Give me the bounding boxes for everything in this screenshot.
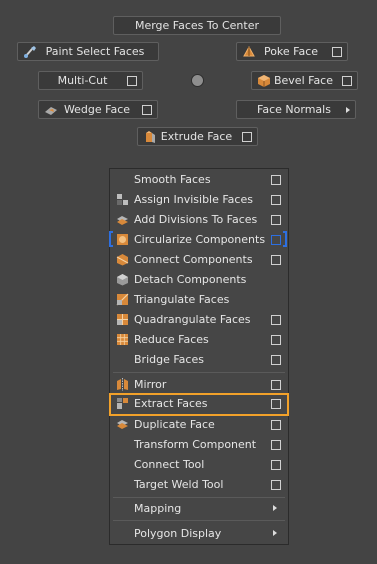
menu-item-label: Mapping	[134, 502, 182, 515]
menu-item-extract-faces[interactable]: Extract Faces	[109, 393, 289, 416]
add-divisions-options-checkbox[interactable]	[271, 215, 281, 225]
quadrangulate-options-checkbox[interactable]	[271, 315, 281, 325]
face-normals-button[interactable]: Face Normals	[236, 100, 356, 119]
menu-item-add-divisions-to-faces[interactable]: Add Divisions To Faces	[110, 210, 288, 230]
menu-item-reduce-faces[interactable]: Reduce Faces	[110, 330, 288, 350]
menu-item-assign-invisible-faces[interactable]: Assign Invisible Faces	[110, 190, 288, 210]
menu-item-triangulate-faces[interactable]: Triangulate Faces	[110, 290, 288, 310]
menu-item-quadrangulate-faces[interactable]: Quadrangulate Faces	[110, 310, 288, 330]
menu-separator	[113, 520, 285, 521]
extrude-face-button[interactable]: Extrude Face	[137, 127, 258, 146]
menu-item-label: Extract Faces	[134, 397, 208, 410]
connect-components-icon	[116, 253, 129, 266]
menu-item-label: Add Divisions To Faces	[134, 213, 258, 226]
duplicate-face-options-checkbox[interactable]	[271, 420, 281, 430]
multi-cut-button[interactable]: Multi-Cut	[38, 71, 143, 90]
assign-invisible-faces-options-checkbox[interactable]	[271, 195, 281, 205]
add-divisions-icon	[116, 213, 129, 226]
menu-item-detach-components[interactable]: Detach Components	[110, 270, 288, 290]
menu-item-label: Target Weld Tool	[134, 478, 224, 491]
bevel-cube-icon	[257, 74, 271, 88]
radial-center-marker	[191, 74, 204, 87]
menu-item-target-weld-tool[interactable]: Target Weld Tool	[110, 475, 288, 495]
circularize-options-checkbox[interactable]	[271, 235, 281, 245]
poke-face-icon	[242, 45, 256, 59]
menu-separator	[113, 497, 285, 498]
menu-item-label: Triangulate Faces	[134, 293, 230, 306]
merge-faces-to-center-label: Merge Faces To Center	[134, 19, 260, 32]
menu-item-smooth-faces[interactable]: Smooth Faces	[110, 170, 288, 190]
menu-item-label: Quadrangulate Faces	[134, 313, 251, 326]
submenu-arrow-icon	[346, 106, 350, 113]
left-bracket-marker	[109, 231, 113, 247]
poke-face-button[interactable]: Poke Face	[236, 42, 348, 61]
menu-item-label: Bridge Faces	[134, 353, 204, 366]
paint-select-faces-button[interactable]: Paint Select Faces	[17, 42, 159, 61]
multi-cut-options-checkbox[interactable]	[127, 75, 137, 86]
submenu-arrow-icon	[273, 505, 277, 511]
menu-item-mapping[interactable]: Mapping	[110, 499, 288, 519]
extrude-face-label: Extrude Face	[160, 130, 233, 143]
mirror-icon	[116, 378, 129, 391]
wedge-face-options-checkbox[interactable]	[142, 104, 152, 115]
reduce-faces-options-checkbox[interactable]	[271, 335, 281, 345]
menu-item-mirror[interactable]: Mirror	[110, 375, 288, 395]
wedge-face-icon	[44, 103, 58, 117]
menu-item-polygon-display[interactable]: Polygon Display	[110, 524, 288, 544]
context-menu: Smooth Faces Assign Invisible Faces Add …	[109, 168, 289, 545]
merge-faces-to-center-button[interactable]: Merge Faces To Center	[113, 16, 281, 35]
transform-component-options-checkbox[interactable]	[271, 440, 281, 450]
paint-brush-icon	[23, 45, 37, 59]
menu-item-connect-components[interactable]: Connect Components	[110, 250, 288, 270]
menu-item-label: Smooth Faces	[134, 173, 211, 186]
menu-item-circularize-components[interactable]: Circularize Components	[109, 230, 288, 250]
mirror-options-checkbox[interactable]	[271, 380, 281, 390]
right-bracket-marker	[283, 231, 287, 247]
wedge-face-button[interactable]: Wedge Face	[38, 100, 158, 119]
triangulate-icon	[116, 293, 129, 306]
circularize-icon	[116, 233, 129, 246]
bevel-face-button[interactable]: Bevel Face	[251, 71, 358, 90]
menu-item-transform-component[interactable]: Transform Component	[110, 435, 288, 455]
extract-faces-options-checkbox[interactable]	[271, 399, 281, 409]
submenu-arrow-icon	[273, 530, 277, 536]
menu-item-label: Reduce Faces	[134, 333, 209, 346]
detach-components-icon	[116, 273, 129, 286]
poke-face-options-checkbox[interactable]	[332, 46, 342, 57]
connect-components-options-checkbox[interactable]	[271, 255, 281, 265]
reduce-faces-icon	[116, 333, 129, 346]
menu-item-label: Mirror	[134, 378, 167, 391]
menu-item-bridge-faces[interactable]: Bridge Faces	[110, 350, 288, 370]
menu-item-label: Connect Tool	[134, 458, 205, 471]
multi-cut-label: Multi-Cut	[57, 74, 108, 87]
extract-faces-icon	[116, 397, 129, 410]
menu-item-label: Transform Component	[134, 438, 257, 451]
duplicate-face-icon	[116, 418, 129, 431]
menu-item-label: Circularize Components	[134, 233, 266, 246]
face-normals-label: Face Normals	[257, 103, 331, 116]
menu-item-connect-tool[interactable]: Connect Tool	[110, 455, 288, 475]
extrude-face-options-checkbox[interactable]	[242, 131, 252, 142]
poke-face-label: Poke Face	[263, 45, 319, 58]
quadrangulate-icon	[116, 313, 129, 326]
bridge-faces-options-checkbox[interactable]	[271, 355, 281, 365]
smooth-faces-options-checkbox[interactable]	[271, 175, 281, 185]
menu-item-label: Duplicate Face	[134, 418, 215, 431]
menu-item-label: Polygon Display	[134, 527, 222, 540]
wedge-face-label: Wedge Face	[63, 103, 131, 116]
target-weld-tool-options-checkbox[interactable]	[271, 480, 281, 490]
menu-item-duplicate-face[interactable]: Duplicate Face	[110, 415, 288, 435]
menu-item-label: Assign Invisible Faces	[134, 193, 253, 206]
bevel-face-options-checkbox[interactable]	[342, 75, 352, 86]
menu-separator	[113, 372, 285, 373]
invisible-faces-icon	[116, 193, 129, 206]
menu-item-label: Connect Components	[134, 253, 253, 266]
menu-item-label: Detach Components	[134, 273, 247, 286]
bevel-face-label: Bevel Face	[273, 74, 334, 87]
connect-tool-options-checkbox[interactable]	[271, 460, 281, 470]
extrude-face-icon	[143, 130, 157, 144]
paint-select-faces-label: Paint Select Faces	[45, 45, 145, 58]
